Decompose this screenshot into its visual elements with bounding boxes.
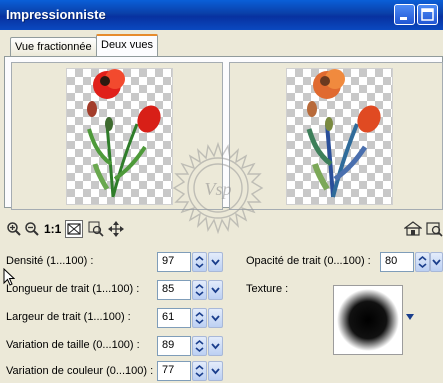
- original-preview-image: [66, 68, 173, 205]
- size-variation-label: Variation de taille (0...100) :: [6, 339, 140, 351]
- spinner-arrows-icon: [195, 255, 204, 269]
- stroke-length-label: Longueur de trait (1...100) :: [6, 283, 140, 295]
- chevron-down-icon: [211, 368, 220, 375]
- spinner-arrows-icon: [418, 255, 427, 269]
- stroke-width-field[interactable]: 61: [157, 308, 191, 328]
- stroke-length-dropdown[interactable]: [208, 280, 223, 300]
- chevron-down-icon: [432, 259, 441, 266]
- spinner-arrows-icon: [195, 339, 204, 353]
- minimize-button[interactable]: [394, 4, 415, 25]
- stroke-length-field[interactable]: 85: [157, 280, 191, 300]
- color-variation-spinner[interactable]: [192, 361, 207, 381]
- spinner-arrows-icon: [195, 311, 204, 325]
- density-spinner[interactable]: [192, 252, 207, 272]
- opacity-dropdown[interactable]: [430, 252, 443, 272]
- poppy-impressionist-image: [306, 69, 381, 198]
- chevron-down-icon: [211, 343, 220, 350]
- color-variation-dropdown[interactable]: [208, 361, 223, 381]
- title-bar: Impressionniste: [0, 0, 443, 30]
- density-dropdown[interactable]: [208, 252, 223, 272]
- density-label: Densité (1...100) :: [6, 255, 94, 267]
- zoom-fit-icon[interactable]: [65, 220, 83, 238]
- texture-swatch[interactable]: [333, 285, 403, 355]
- spinner-arrows-icon: [195, 364, 204, 378]
- maximize-button[interactable]: [417, 4, 438, 25]
- size-variation-spinner[interactable]: [192, 336, 207, 356]
- zoom-level-button[interactable]: 1:1: [44, 222, 61, 236]
- stroke-width-dropdown[interactable]: [208, 308, 223, 328]
- watermark-text: Vsp: [205, 179, 232, 199]
- minimize-icon: [400, 17, 407, 20]
- stroke-length-spinner[interactable]: [192, 280, 207, 300]
- watermark-logo: Vsp: [172, 141, 264, 235]
- link-views-icon[interactable]: [404, 221, 422, 237]
- spinner-arrows-icon: [195, 283, 204, 297]
- reset-zoom-icon[interactable]: [88, 221, 104, 237]
- opacity-spinner[interactable]: [415, 252, 430, 272]
- poppy-original-image: [87, 69, 161, 198]
- maximize-icon: [421, 8, 434, 21]
- window-title: Impressionniste: [6, 7, 106, 22]
- zoom-out-icon[interactable]: [24, 221, 40, 237]
- chevron-down-icon: [211, 259, 220, 266]
- tab-two-views[interactable]: Deux vues: [96, 34, 158, 56]
- chevron-down-icon: [211, 315, 220, 322]
- preview-icon[interactable]: [426, 221, 443, 237]
- opacity-field[interactable]: 80: [380, 252, 414, 272]
- pan-icon[interactable]: [108, 221, 124, 237]
- stroke-width-spinner[interactable]: [192, 308, 207, 328]
- chevron-down-icon: [211, 287, 220, 294]
- color-variation-label: Variation de couleur (0...100) :: [6, 365, 154, 377]
- result-preview-image: [286, 68, 393, 205]
- opacity-label: Opacité de trait (0...100) :: [246, 255, 371, 267]
- density-field[interactable]: 97: [157, 252, 191, 272]
- size-variation-field[interactable]: 89: [157, 336, 191, 356]
- tab-split-view[interactable]: Vue fractionnée: [10, 37, 97, 56]
- stroke-width-label: Largeur de trait (1...100) :: [6, 311, 131, 323]
- texture-dropdown-arrow-icon[interactable]: [405, 313, 415, 321]
- color-variation-field[interactable]: 77: [157, 361, 191, 381]
- mouse-cursor-icon: [3, 268, 15, 286]
- texture-preview-image: [337, 289, 399, 351]
- texture-label: Texture :: [246, 283, 289, 295]
- size-variation-dropdown[interactable]: [208, 336, 223, 356]
- zoom-in-icon[interactable]: [6, 221, 22, 237]
